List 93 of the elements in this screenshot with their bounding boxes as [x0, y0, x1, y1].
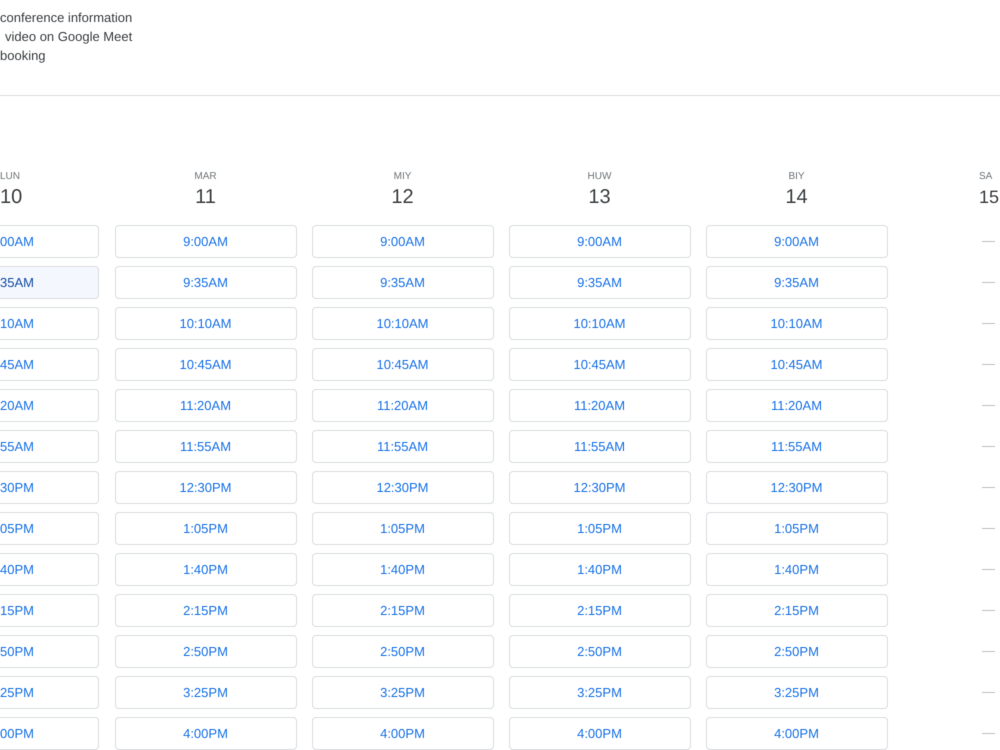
time-slot-button[interactable]: 2:15PM — [706, 594, 888, 627]
detail-text: booking — [0, 47, 46, 65]
time-slot-button[interactable]: 50PM — [0, 635, 99, 668]
date-number: 10 — [0, 185, 22, 209]
time-slot-button[interactable]: 2:15PM — [508, 594, 690, 627]
time-slot-button[interactable]: 3:25PM — [114, 676, 296, 709]
time-slot-button[interactable]: 30PM — [0, 471, 99, 504]
time-slot-button[interactable]: 11:20AM — [508, 389, 690, 422]
time-slot-button[interactable]: 2:50PM — [706, 635, 888, 668]
time-slot-button[interactable]: 2:50PM — [508, 635, 690, 668]
unavailable-dash — [982, 528, 995, 529]
time-slot-button[interactable]: 3:25PM — [312, 676, 494, 709]
unavailable-dash — [982, 733, 995, 734]
date-number: 11 — [195, 185, 216, 209]
date-number: 15 — [979, 186, 1000, 209]
time-slot-button[interactable]: 1:05PM — [114, 512, 296, 545]
time-slot-button[interactable]: 10:10AM — [508, 307, 690, 340]
time-slot-button[interactable]: 25PM — [0, 676, 99, 709]
unavailable-dash — [982, 692, 995, 693]
time-slot-button[interactable]: 11:20AM — [706, 389, 888, 422]
time-slot-button[interactable]: 1:40PM — [706, 553, 888, 586]
time-slot-button[interactable]: 10:45AM — [312, 348, 494, 381]
time-slot-button[interactable]: 00PM — [0, 717, 99, 750]
time-slot-button[interactable]: 10:45AM — [706, 348, 888, 381]
time-slot-button[interactable]: 9:00AM — [508, 225, 690, 258]
weekday-label: LUN — [0, 171, 20, 183]
time-slot-button[interactable]: 40PM — [0, 553, 99, 586]
time-slot-button[interactable]: 12:30PM — [706, 471, 888, 504]
time-slot-button[interactable]: 9:35AM — [706, 266, 888, 299]
time-slot-button[interactable]: 11:55AM — [312, 430, 494, 463]
time-slot-button[interactable]: 4:00PM — [706, 717, 888, 750]
unavailable-dash — [982, 364, 995, 365]
time-slot-button[interactable]: 1:40PM — [114, 553, 296, 586]
time-slot-button[interactable]: 2:50PM — [114, 635, 296, 668]
time-slot-button[interactable]: 15PM — [0, 594, 99, 627]
time-slot-button[interactable]: 11:55AM — [508, 430, 690, 463]
time-slot-button[interactable]: 11:20AM — [312, 389, 494, 422]
time-slot-button[interactable]: 10AM — [0, 307, 99, 340]
time-slot-button[interactable]: 4:00PM — [312, 717, 494, 750]
time-slot-button[interactable]: 1:40PM — [312, 553, 494, 586]
time-slot-button[interactable]: 11:55AM — [114, 430, 296, 463]
unavailable-dash — [982, 446, 995, 447]
weekday-label: SA — [979, 171, 992, 183]
time-slot-button[interactable]: 10:45AM — [508, 348, 690, 381]
time-slot-button[interactable]: 3:25PM — [508, 676, 690, 709]
date-number: 13 — [588, 185, 611, 209]
time-slot-button[interactable]: 12:30PM — [312, 471, 494, 504]
time-slot-button[interactable]: 2:50PM — [312, 635, 494, 668]
time-slot-button[interactable]: 11:55AM — [706, 430, 888, 463]
unavailable-dash — [982, 241, 995, 242]
date-number: 12 — [391, 185, 414, 209]
time-slot-button[interactable]: 2:15PM — [312, 594, 494, 627]
time-slot-button[interactable]: 4:00PM — [508, 717, 690, 750]
time-slot-button[interactable]: 00AM — [0, 225, 99, 258]
time-slot-button[interactable]: 55AM — [0, 430, 99, 463]
unavailable-dash — [982, 323, 995, 324]
time-slot-button[interactable]: 9:35AM — [508, 266, 690, 299]
unavailable-dash — [982, 569, 995, 570]
time-slot-button[interactable]: 2:15PM — [114, 594, 296, 627]
detail-text: video on Google Meet — [4, 28, 132, 46]
detail-text: conference information — [0, 9, 132, 27]
unavailable-dash — [982, 487, 995, 488]
time-slot-button[interactable]: 4:00PM — [114, 717, 296, 750]
time-slot-button[interactable]: 10:45AM — [114, 348, 296, 381]
time-slot-button[interactable]: 20AM — [0, 389, 99, 422]
time-slot-button[interactable]: 12:30PM — [508, 471, 690, 504]
time-slot-button[interactable]: 05PM — [0, 512, 99, 545]
time-slot-button[interactable]: 1:05PM — [312, 512, 494, 545]
time-slot-button[interactable]: 1:40PM — [508, 553, 690, 586]
time-slot-button[interactable]: 9:35AM — [312, 266, 494, 299]
time-slot-button[interactable]: 35AM — [0, 266, 99, 299]
date-number: 14 — [785, 185, 808, 209]
time-slot-button[interactable]: 9:35AM — [114, 266, 296, 299]
unavailable-dash — [982, 651, 995, 652]
time-slot-button[interactable]: 1:05PM — [706, 512, 888, 545]
time-slot-button[interactable]: 10:10AM — [312, 307, 494, 340]
weekday-label: MAR — [194, 171, 217, 183]
time-slot-button[interactable]: 10:10AM — [114, 307, 296, 340]
time-slot-button[interactable]: 12:30PM — [114, 471, 296, 504]
weekday-label: MIY — [394, 171, 412, 183]
weekday-label: HUW — [588, 171, 612, 183]
unavailable-dash — [982, 610, 995, 611]
unavailable-dash — [982, 282, 995, 283]
time-slot-button[interactable]: 9:00AM — [312, 225, 494, 258]
weekday-label: BIY — [788, 171, 805, 183]
time-slot-button[interactable]: 11:20AM — [114, 389, 296, 422]
time-slot-button[interactable]: 45AM — [0, 348, 99, 381]
time-slot-button[interactable]: 1:05PM — [508, 512, 690, 545]
unavailable-dash — [982, 405, 995, 406]
time-slot-button[interactable]: 9:00AM — [706, 225, 888, 258]
time-slot-button[interactable]: 3:25PM — [706, 676, 888, 709]
time-slot-button[interactable]: 10:10AM — [706, 307, 888, 340]
time-slot-button[interactable]: 9:00AM — [114, 225, 296, 258]
